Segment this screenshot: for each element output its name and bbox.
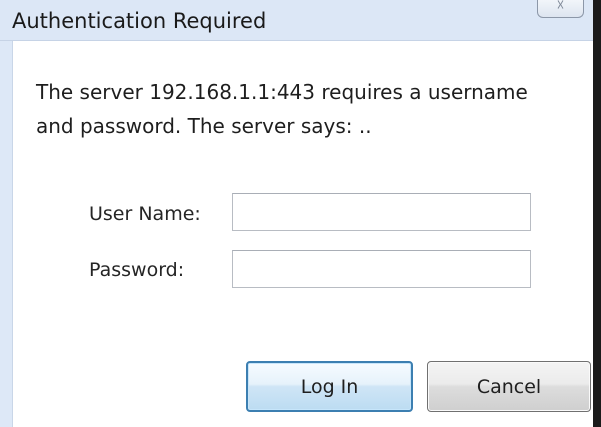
username-label: User Name: (89, 203, 201, 225)
window-edge-right (593, 0, 601, 427)
authentication-dialog: Authentication Required ☓ The server 192… (0, 0, 601, 427)
password-label: Password: (89, 259, 185, 281)
dialog-title: Authentication Required (12, 9, 267, 33)
password-input[interactable] (232, 250, 531, 288)
log-in-button[interactable]: Log In (246, 361, 413, 412)
close-button[interactable]: ☓ (537, 0, 584, 18)
close-icon: ☓ (556, 0, 565, 14)
server-message: The server 192.168.1.1:443 requires a us… (36, 75, 591, 143)
server-message-line-1: The server 192.168.1.1:443 requires a us… (36, 80, 528, 104)
username-input[interactable] (232, 193, 531, 231)
server-message-line-2: and password. The server says: .. (36, 114, 372, 138)
cancel-button[interactable]: Cancel (427, 361, 591, 412)
window-frame-left (0, 0, 13, 427)
